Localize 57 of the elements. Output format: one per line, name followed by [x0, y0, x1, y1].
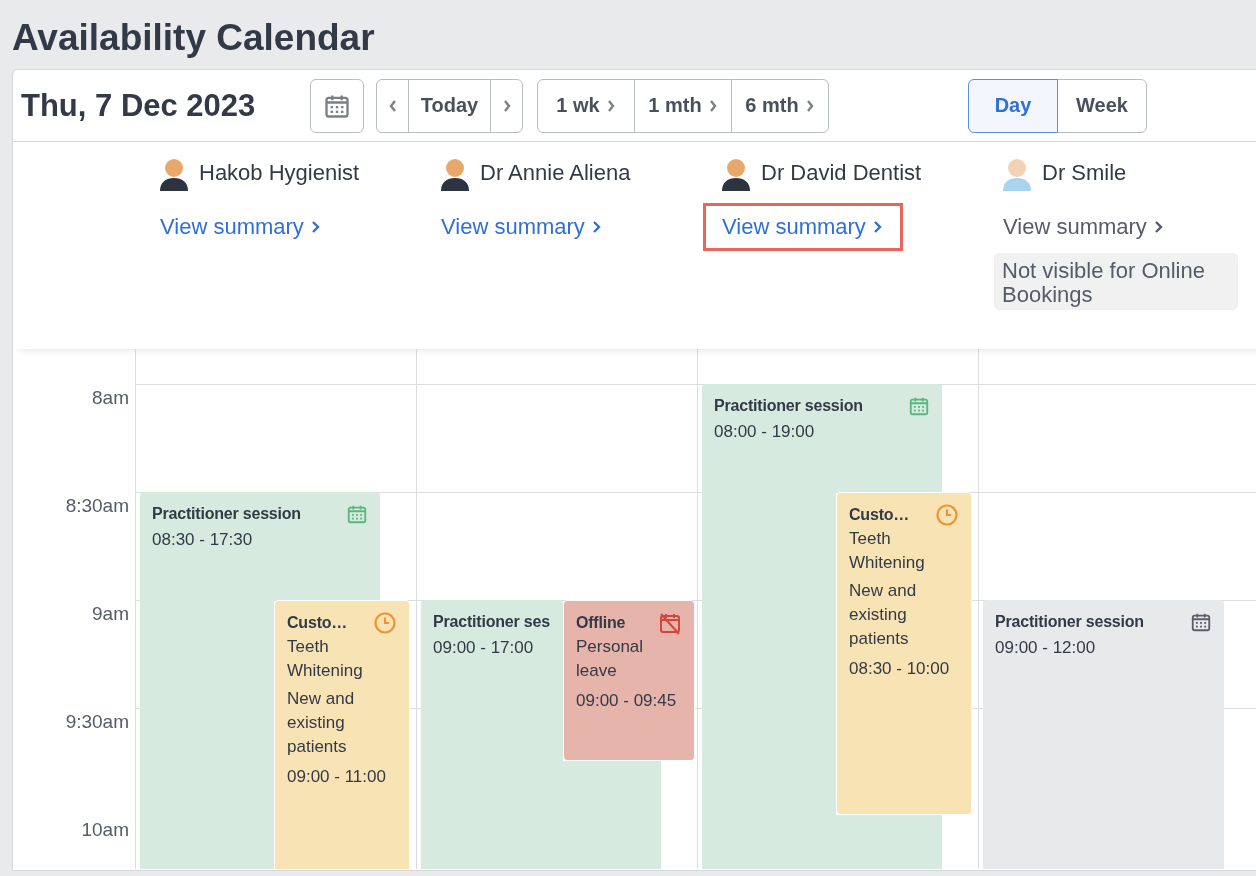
calendar-picker-button[interactable] [310, 78, 364, 133]
event-title: Practitioner session [152, 504, 301, 524]
time-label: 8am [92, 386, 129, 410]
time-label: 9am [92, 602, 129, 626]
calendar-event[interactable]: Offline Personal leave 09:00 - 09:45 [563, 600, 695, 761]
view-summary-link[interactable]: View summary [141, 203, 341, 251]
event-time: 08:30 - 10:00 [849, 658, 950, 680]
calendar-event[interactable]: Practitioner session 08:30 - 17:30 [140, 492, 380, 600]
today-button[interactable]: Today [408, 78, 491, 133]
view-tab[interactable]: Day [968, 78, 1058, 133]
event-detail: New and existing patients [849, 580, 918, 650]
range-button[interactable]: 6 mth [731, 78, 829, 133]
practitioner-name: Hakob Hygienist [199, 160, 360, 186]
calendar-event[interactable]: Practitioner session 09:00 - 12:00 [983, 600, 1224, 869]
calendar-event[interactable]: Custo… Teeth Whitening New and existing patients 08:30 - 10:00 [836, 492, 972, 815]
calendar-event[interactable]: Custo… Teeth Whitening New and existing patients 09:00 - 11:00 [274, 600, 410, 869]
clock-icon [935, 503, 959, 527]
clock-icon [373, 611, 397, 635]
event-title: Practitioner session [995, 612, 1144, 632]
time-label: 8:30am [65, 494, 129, 518]
event-title: Practitioner ses [433, 612, 550, 632]
page-title: Availability Calendar [11, 16, 376, 60]
event-detail: Personal leave [576, 636, 645, 682]
calendar-icon [1190, 611, 1212, 633]
event-title: Offline [576, 613, 626, 633]
event-title: Custo… [849, 505, 910, 525]
event-time: 08:30 - 17:30 [152, 529, 253, 551]
calendar-off-icon [658, 611, 682, 635]
range-button[interactable]: 1 wk [537, 78, 635, 133]
visibility-notice: Not visible for Online Bookings [994, 253, 1238, 310]
event-detail: Teeth Whitening [849, 528, 926, 574]
view-tab[interactable]: Week [1057, 78, 1147, 133]
time-label: 10am [81, 818, 129, 842]
event-detail: New and existing patients [287, 688, 356, 758]
practitioner-name: Dr Smile [1042, 160, 1127, 186]
practitioner-name: Dr Annie Aliena [480, 160, 631, 186]
previous-button[interactable] [376, 78, 409, 133]
view-summary-link[interactable]: View summary [422, 203, 622, 251]
time-label: 9:30am [65, 710, 129, 734]
event-time: 09:00 - 12:00 [995, 637, 1096, 659]
event-time: 08:00 - 19:00 [714, 421, 815, 443]
event-time: 09:00 - 17:00 [433, 637, 534, 659]
event-title: Custo… [287, 613, 348, 633]
next-button[interactable] [490, 78, 523, 133]
calendar-icon [908, 395, 930, 417]
view-summary-link[interactable]: View summary [703, 203, 903, 251]
event-title: Practitioner session [714, 396, 863, 416]
calendar-icon [346, 503, 368, 525]
practitioner-name: Dr David Dentist [761, 160, 922, 186]
event-time: 09:00 - 09:45 [576, 690, 677, 712]
current-date: Thu, 7 Dec 2023 [21, 87, 257, 124]
view-summary-link[interactable]: View summary [984, 203, 1184, 251]
event-time: 09:00 - 11:00 [287, 766, 386, 788]
range-button[interactable]: 1 mth [634, 78, 732, 133]
event-detail: Teeth Whitening [287, 636, 364, 682]
calendar-event[interactable]: Practitioner ses 09:00 - 17:00 [421, 600, 563, 761]
calendar-event[interactable]: Practitioner session 08:00 - 19:00 [702, 384, 942, 492]
